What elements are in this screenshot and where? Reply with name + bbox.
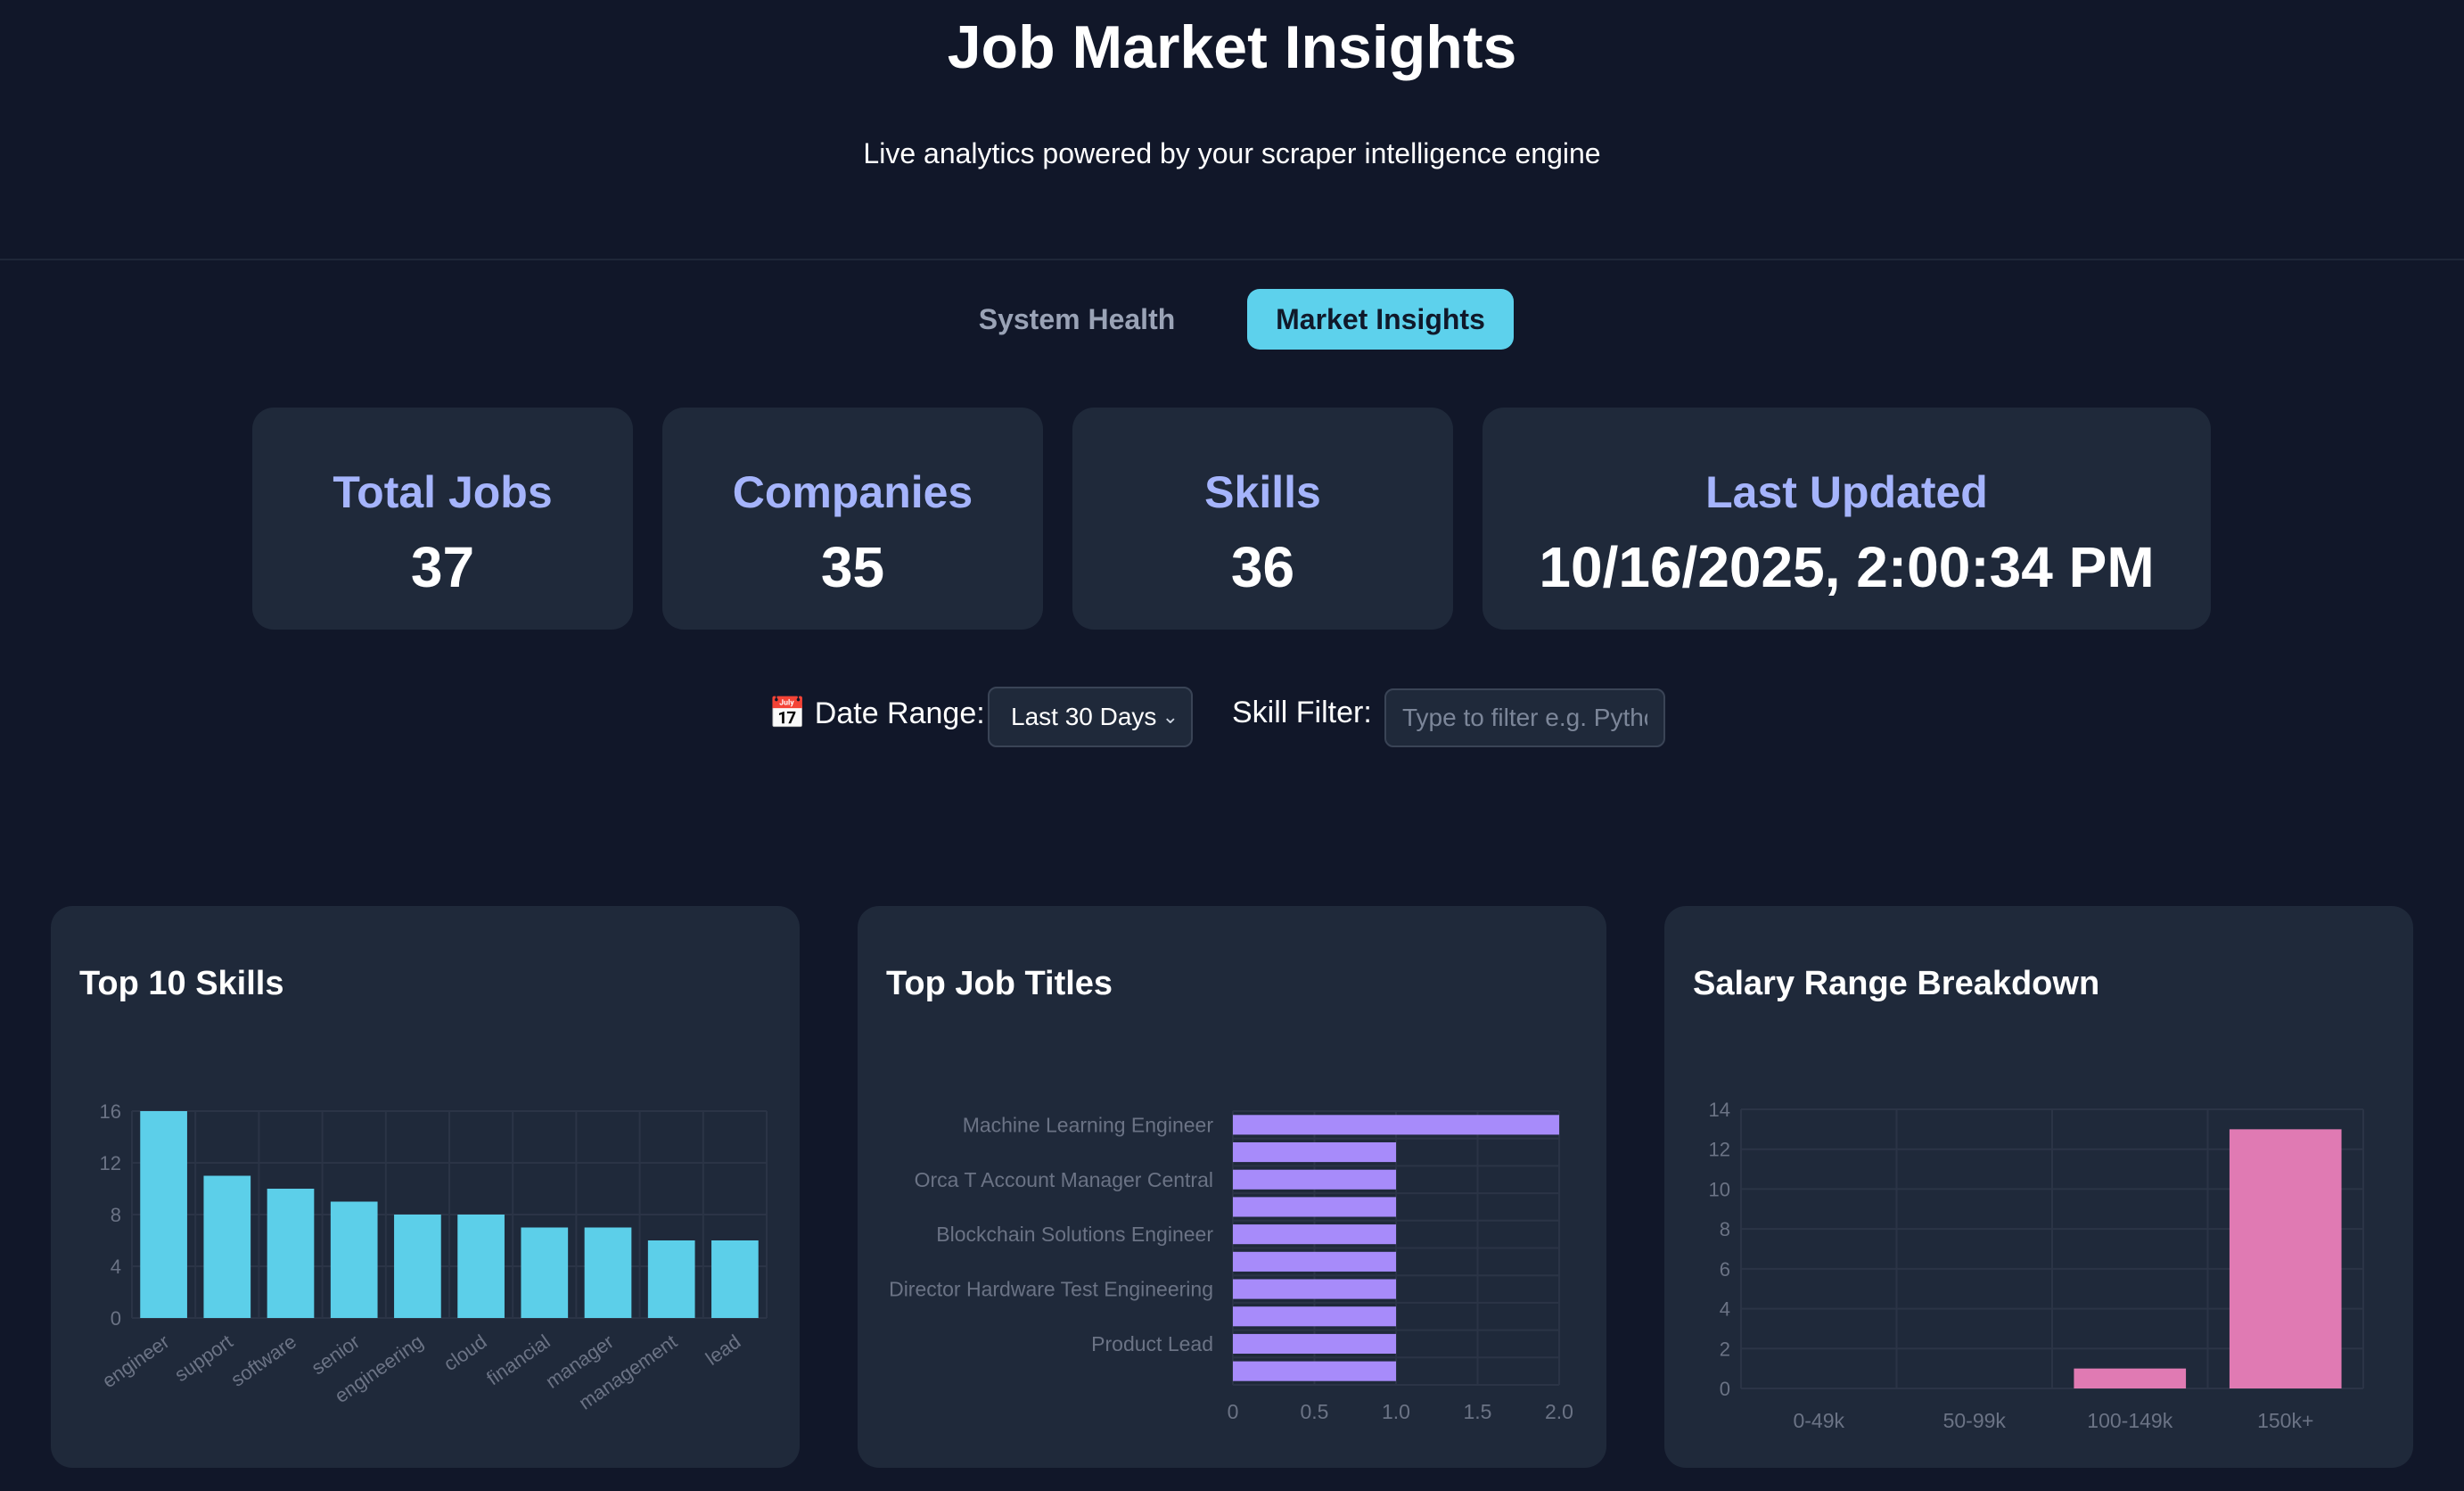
x-tick-label: 2.0: [1545, 1400, 1573, 1423]
x-tick-label: cloud: [439, 1330, 490, 1376]
y-tick-label: 8: [1720, 1218, 1730, 1240]
stat-value: 10/16/2025, 2:00:34 PM: [1539, 535, 2155, 599]
y-tick-label: Machine Learning Engineer: [963, 1113, 1214, 1136]
stat-label: Companies: [732, 467, 973, 517]
skill-filter-label: Skill Filter:: [1232, 696, 1372, 729]
stat-card-companies: Companies 35: [662, 408, 1043, 630]
bar: [2229, 1129, 2342, 1388]
x-tick-label: 0: [1228, 1400, 1239, 1423]
chart-card-top-skills: Top 10 Skills 0 4 8 12 16 engineer support soft…: [51, 906, 800, 1468]
page-title: Job Market Insights: [947, 13, 1517, 81]
bar: [140, 1111, 187, 1318]
bar: [711, 1240, 759, 1318]
x-tick-label: software: [226, 1330, 300, 1391]
page-header: Job Market Insights Live analytics power…: [0, 0, 2464, 260]
y-tick-label: 4: [1720, 1298, 1730, 1321]
stat-label: Skills: [1204, 467, 1321, 517]
top-job-titles-chart: 0 0.5 1.0 1.5 2.0 Machine Learning Engineer Or…: [889, 1110, 1573, 1423]
y-tick-label: 12: [1709, 1139, 1730, 1161]
stat-card-last-updated: Last Updated 10/16/2025, 2:00:34 PM: [1483, 408, 2211, 630]
date-range-label: 📅 Date Range:: [768, 696, 985, 730]
chart-card-top-job-titles: Top Job Titles 0 0.5 1.0 1.5 2.0 Machine Lear…: [858, 906, 1606, 1468]
y-tick-label: 6: [1720, 1258, 1730, 1281]
top-skills-chart: 0481216engineersupportsoftware seniorengi…: [98, 1100, 768, 1414]
bar: [330, 1201, 378, 1318]
stat-value: 35: [820, 535, 885, 599]
y-tick-label: 2: [1720, 1338, 1730, 1360]
chevron-down-icon: ⌄: [1162, 705, 1179, 728]
y-tick-label: Orca T Account Manager Central: [915, 1168, 1213, 1191]
y-tick-label: Product Lead: [1091, 1332, 1213, 1355]
bar: [1233, 1115, 1559, 1135]
salary-range-chart: 0 2 4 6 8 10 12 14 0-49k 50-99k 100-149k 150k+: [1709, 1099, 2364, 1432]
stat-value: 36: [1230, 535, 1295, 599]
bar: [521, 1227, 569, 1318]
bar: [203, 1175, 251, 1318]
bar: [267, 1189, 315, 1318]
bar: [1233, 1197, 1396, 1217]
bar: [457, 1215, 505, 1318]
y-tick-label: 0: [1720, 1378, 1730, 1400]
y-tick-label: Blockchain Solutions Engineer: [936, 1223, 1213, 1246]
bar: [1233, 1279, 1396, 1299]
x-tick-label: financial: [482, 1330, 554, 1390]
date-range-value: Last 30 Days: [1011, 703, 1157, 730]
y-tick-label: 12: [100, 1152, 121, 1174]
y-tick-label: Director Hardware Test Engineering: [889, 1278, 1213, 1301]
bar: [1233, 1306, 1396, 1327]
y-tick-label: 14: [1709, 1099, 1730, 1121]
tab-system-health[interactable]: System Health: [961, 289, 1193, 350]
x-tick-label: 1.5: [1464, 1400, 1492, 1423]
bar: [1233, 1141, 1396, 1163]
bar: [1233, 1169, 1396, 1190]
x-tick-label: engineer: [98, 1330, 173, 1393]
bar: [1233, 1251, 1396, 1272]
bar: [2074, 1368, 2187, 1388]
y-tick-label: 10: [1709, 1178, 1730, 1200]
stat-label: Total Jobs: [333, 467, 553, 517]
stat-card-skills: Skills 36: [1072, 408, 1453, 630]
tab-market-insights[interactable]: Market Insights: [1247, 289, 1514, 350]
page-subtitle: Live analytics powered by your scraper i…: [863, 137, 1601, 169]
date-range-select[interactable]: Last 30 Days ⌄: [988, 687, 1193, 747]
stat-label: Last Updated: [1705, 467, 1988, 517]
stat-value: 37: [410, 535, 475, 599]
bar: [1233, 1224, 1396, 1245]
stat-card-total-jobs: Total Jobs 37: [252, 408, 633, 630]
x-tick-label: 0-49k: [1793, 1409, 1844, 1432]
bar: [1233, 1361, 1396, 1381]
y-tick-label: 8: [111, 1204, 121, 1226]
bar: [1233, 1333, 1396, 1355]
x-tick-label: 100-149k: [2087, 1409, 2172, 1432]
x-tick-label: 0.5: [1301, 1400, 1329, 1423]
y-tick-label: 16: [100, 1100, 121, 1123]
y-tick-label: 0: [111, 1307, 121, 1330]
bar: [394, 1215, 441, 1318]
chart-card-salary-range: Salary Range Breakdown 0 2 4 6 8 10 12 14 0-49k 5…: [1664, 906, 2413, 1468]
x-tick-label: 50-99k: [1943, 1409, 2007, 1432]
x-tick-label: support: [170, 1330, 236, 1387]
bar: [584, 1227, 632, 1318]
x-tick-label: 1.0: [1382, 1400, 1410, 1423]
x-tick-label: lead: [702, 1330, 744, 1370]
skill-filter-input[interactable]: [1384, 688, 1665, 747]
x-tick-label: 150k+: [2257, 1409, 2313, 1432]
bar: [647, 1240, 695, 1318]
y-tick-label: 4: [111, 1256, 121, 1278]
